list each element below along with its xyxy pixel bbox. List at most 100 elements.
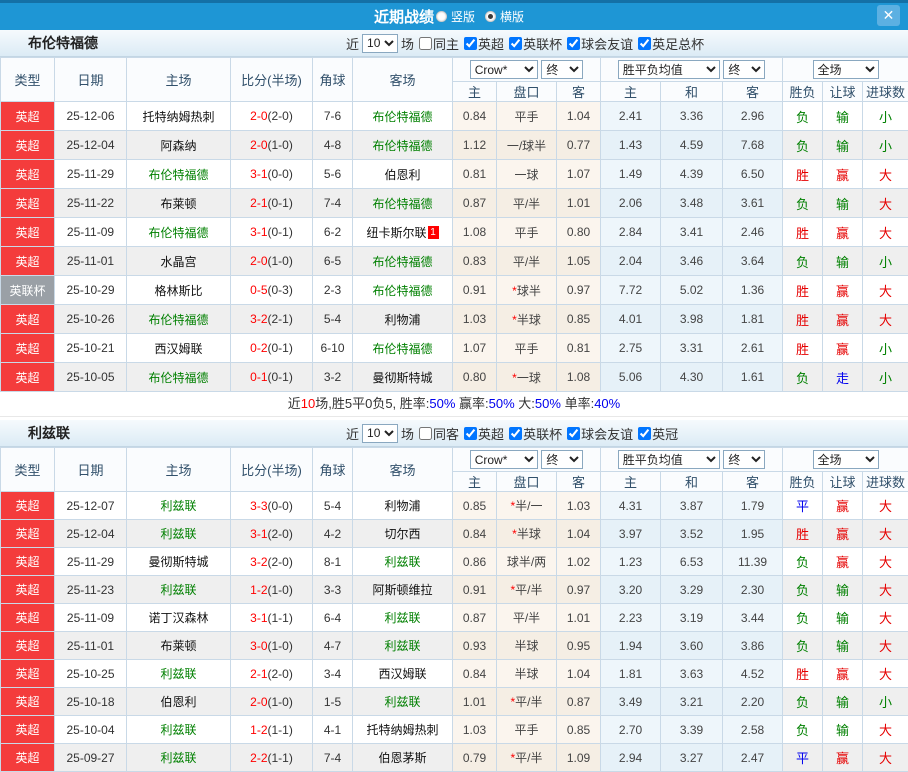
handicap-text: 平手 (514, 723, 538, 737)
league-checkbox-input[interactable] (509, 37, 522, 50)
league-checkbox[interactable]: 球会友谊 (562, 424, 633, 443)
table-row: 英超 25-12-04 阿森纳 2-0(1-0) 4-8 布伦特福德 1.12 … (1, 131, 908, 160)
odds-away: 0.87 (557, 688, 601, 716)
same-venue-checkbox-input[interactable] (419, 427, 432, 440)
col-header-date: 日期 (55, 448, 127, 492)
table-row: 英超 25-10-04 利兹联 1-2(1-1) 4-1 托特纳姆热刺 1.03… (1, 716, 908, 744)
avg-away: 2.20 (723, 688, 783, 716)
avg-select[interactable]: 胜平负均值 (618, 60, 720, 79)
league-checkbox-input[interactable] (638, 37, 651, 50)
avg-draw: 3.48 (661, 189, 723, 218)
radio-icon[interactable] (436, 11, 447, 22)
halftime-score: (1-0) (268, 639, 293, 653)
corner-score: 7-4 (313, 744, 353, 772)
layout-radio[interactable]: 竖版 (436, 8, 475, 25)
match-count-select[interactable]: 10 (362, 424, 398, 443)
corner-score: 7-6 (313, 102, 353, 131)
halftime-score: (0-3) (268, 283, 293, 297)
fulltime-score: 2-0 (250, 254, 267, 268)
league-checkbox-input[interactable] (567, 37, 580, 50)
league-badge: 英超 (1, 492, 55, 520)
fulltime-score: 2-0 (250, 138, 267, 152)
handicap-final-select[interactable]: 终 (541, 450, 583, 469)
league-badge: 英超 (1, 660, 55, 688)
league-checkbox[interactable]: 球会友谊 (562, 34, 633, 53)
odds-away: 1.04 (557, 102, 601, 131)
corner-score: 6-5 (313, 247, 353, 276)
league-label: 英联杯 (523, 34, 562, 53)
avg-home: 2.06 (601, 189, 661, 218)
layout-radio[interactable]: 横版 (485, 8, 524, 25)
halftime-score: (1-0) (268, 254, 293, 268)
wdl-result: 胜 (783, 160, 823, 189)
avg-final-select[interactable]: 终 (723, 60, 765, 79)
away-team-name: 布伦特福德 (372, 284, 432, 298)
league-checkbox[interactable]: 英足总杯 (633, 34, 704, 53)
corner-score: 1-5 (313, 688, 353, 716)
halftime-score: (1-0) (268, 695, 293, 709)
handicap-result: 赢 (823, 160, 863, 189)
avg-final-select[interactable]: 终 (723, 450, 765, 469)
halftime-score: (2-0) (268, 109, 293, 123)
league-checkbox-input[interactable] (567, 427, 580, 440)
goals-result: 大 (863, 660, 908, 688)
handicap-result: 走 (823, 363, 863, 392)
fulltime-score: 2-0 (250, 695, 267, 709)
same-venue-checkbox[interactable]: 同主 (414, 34, 459, 53)
halftime-score: (2-0) (268, 667, 293, 681)
bookmaker-select[interactable]: Crow* (470, 60, 538, 79)
handicap-line: 一球 (497, 160, 557, 189)
recent-results-table: 类型 日期 主场 比分(半场) 角球 客场 Crow* 终 胜平负均值 终 (0, 57, 908, 392)
scope-select[interactable]: 全场 (813, 450, 879, 469)
layout-radio-label: 横版 (500, 8, 524, 25)
score-cell: 3-3(0-0) (231, 492, 313, 520)
handicap-line: *半球 (497, 305, 557, 334)
results-body: 英超 25-12-06 托特纳姆热刺 2-0(2-0) 7-6 布伦特福德 0.… (1, 102, 908, 392)
league-checkbox[interactable]: 英超 (459, 34, 504, 53)
league-badge: 英超 (1, 102, 55, 131)
league-checkbox[interactable]: 英联杯 (504, 34, 562, 53)
same-venue-checkbox[interactable]: 同客 (414, 424, 459, 443)
avg-select[interactable]: 胜平负均值 (618, 450, 720, 469)
home-team: 利兹联 (127, 744, 231, 772)
away-team-name: 利物浦 (384, 313, 420, 327)
avg-home: 4.31 (601, 492, 661, 520)
handicap-result: 输 (823, 131, 863, 160)
scope-select[interactable]: 全场 (813, 60, 879, 79)
same-venue-checkbox-input[interactable] (419, 37, 432, 50)
league-checkbox-input[interactable] (509, 427, 522, 440)
avg-draw: 4.59 (661, 131, 723, 160)
close-button[interactable]: ✕ (877, 5, 900, 26)
bookmaker-select[interactable]: Crow* (470, 450, 538, 469)
league-checkbox[interactable]: 英冠 (633, 424, 678, 443)
league-checkbox-input[interactable] (464, 427, 477, 440)
home-team: 利兹联 (127, 660, 231, 688)
handicap-result: 输 (823, 576, 863, 604)
goals-result: 小 (863, 334, 908, 363)
table-row: 英超 25-10-25 利兹联 2-1(2-0) 3-4 西汉姆联 0.84 半… (1, 660, 908, 688)
league-checkbox-input[interactable] (638, 427, 651, 440)
handicap-final-select[interactable]: 终 (541, 60, 583, 79)
league-checkbox-input[interactable] (464, 37, 477, 50)
avg-home: 1.23 (601, 548, 661, 576)
halftime-score: (0-1) (268, 196, 293, 210)
radio-icon[interactable] (485, 11, 496, 22)
table-row: 英超 25-09-27 利兹联 2-2(1-1) 7-4 伯恩茅斯 0.79 *… (1, 744, 908, 772)
away-team: 利兹联 (353, 688, 453, 716)
league-badge: 英联杯 (1, 276, 55, 305)
league-label: 球会友谊 (581, 424, 633, 443)
league-filters: 英超英联杯球会友谊英足总杯 (459, 34, 704, 53)
league-checkbox[interactable]: 英超 (459, 424, 504, 443)
avg-away: 2.30 (723, 576, 783, 604)
corner-score: 5-6 (313, 160, 353, 189)
match-count-select[interactable]: 10 (362, 34, 398, 53)
avg-home: 5.06 (601, 363, 661, 392)
league-checkbox[interactable]: 英联杯 (504, 424, 562, 443)
away-team-name: 布伦特福德 (372, 197, 432, 211)
wdl-result: 负 (783, 548, 823, 576)
odds-away: 1.04 (557, 660, 601, 688)
away-team: 切尔西 (353, 520, 453, 548)
avg-away: 11.39 (723, 548, 783, 576)
corner-score: 8-1 (313, 548, 353, 576)
wdl-result: 胜 (783, 660, 823, 688)
